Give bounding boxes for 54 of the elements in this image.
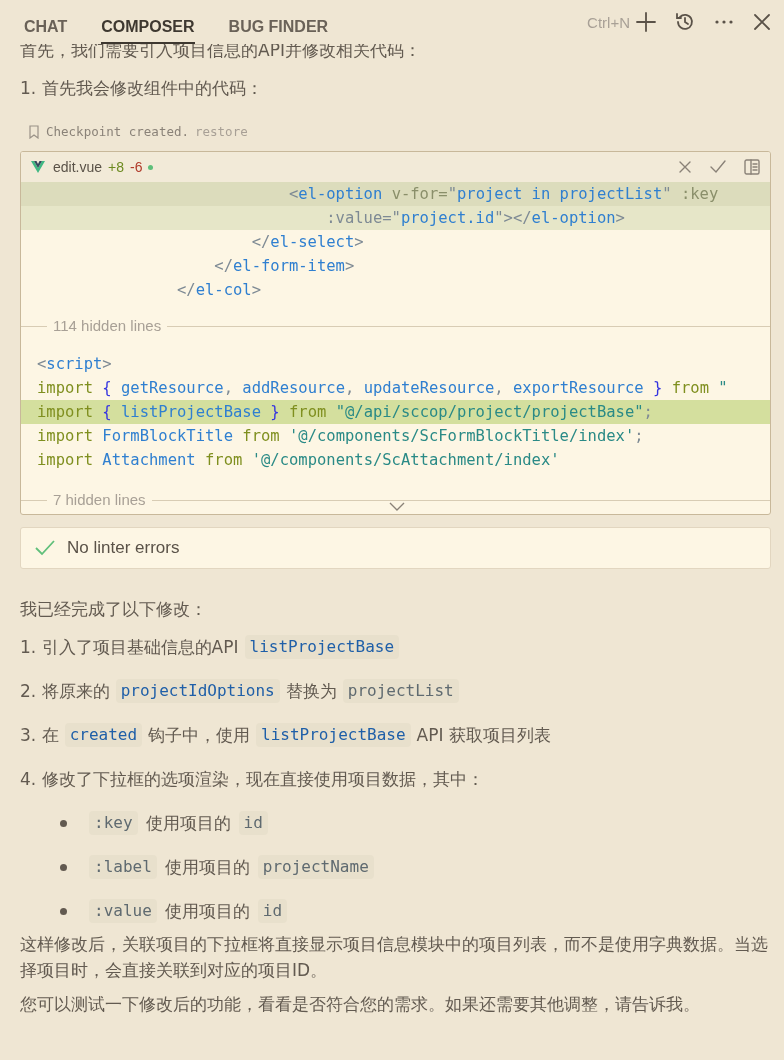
chevron-down-icon[interactable] xyxy=(389,502,405,512)
inline-code: listProjectBase xyxy=(256,723,411,747)
inline-code: id xyxy=(238,811,268,835)
file-name: edit.vue xyxy=(53,159,103,175)
message-text: API 获取项目列表 xyxy=(416,724,551,747)
inline-code: projectIdOptions xyxy=(115,679,280,703)
message-text: 我已经完成了以下修改： xyxy=(20,598,207,621)
message-text: 使用项目的 xyxy=(164,900,250,923)
inline-code: :value xyxy=(89,899,157,923)
inline-code: listProjectBase xyxy=(244,635,400,659)
code-line: import { getResource, addResource, updateResource, exportResource } from " xyxy=(36,378,729,399)
code-line: import FormBlockTitle from '@/components/ScFormBlockTitle/index'; xyxy=(36,426,645,447)
code-line: </el-col> xyxy=(175,280,262,301)
bullet-dot xyxy=(60,819,67,827)
inline-code: :label xyxy=(89,855,157,879)
accept-icon[interactable] xyxy=(710,160,726,174)
bullet-dot xyxy=(60,863,67,871)
code-line: </el-form-item> xyxy=(213,256,356,277)
shortcut-label: Ctrl+N xyxy=(587,13,630,31)
linter-status-text: No linter errors xyxy=(67,538,180,558)
tab[interactable]: COMPOSER xyxy=(101,0,195,44)
inline-code: id xyxy=(257,899,288,923)
bookmark-icon xyxy=(28,124,40,139)
inline-code: projectList xyxy=(342,679,459,703)
message-text: 您可以测试一下修改后的功能，看看是否符合您的需求。如果还需要其他调整，请告诉我。 xyxy=(20,994,700,1014)
history-icon[interactable] xyxy=(674,11,696,33)
code-line: <script> xyxy=(36,354,113,375)
message-text: 4. 修改了下拉框的选项渲染，现在直接使用项目数据，其中： xyxy=(20,768,484,791)
inline-code: :key xyxy=(89,811,138,835)
tab[interactable]: CHAT xyxy=(24,0,68,44)
panel-icon[interactable] xyxy=(744,159,760,175)
message-text: 1. 首先我会修改组件中的代码： xyxy=(20,77,264,100)
reject-icon[interactable] xyxy=(678,160,692,174)
removed-count: -6 xyxy=(130,159,143,175)
bullet-dot xyxy=(60,907,67,915)
message-text: 钩子中，使用 xyxy=(148,724,251,747)
tab[interactable]: BUG FINDER xyxy=(228,0,329,44)
message-text: 3. 在 xyxy=(20,724,59,747)
message-text: 这样修改后，关联项目的下拉框将直接显示项目信息模块中的项目列表，而不是使用字典数据。当选择项目时，会直接关联到对应的项目ID。 xyxy=(20,934,768,980)
close-icon[interactable] xyxy=(752,12,772,32)
message-text: 使用项目的 xyxy=(145,812,231,835)
plus-icon[interactable] xyxy=(635,11,657,33)
modified-dot xyxy=(148,164,154,170)
code-line: </el-select> xyxy=(250,232,365,253)
message-text: 1. 引入了项目基础信息的API xyxy=(20,636,239,659)
vue-logo-icon xyxy=(31,161,45,173)
checkpoint-text: Checkpoint created. xyxy=(46,124,189,139)
inline-code: projectName xyxy=(257,855,374,879)
message-text: 替换为 xyxy=(285,680,337,703)
message-text: 2. 将原来的 xyxy=(20,680,110,703)
message-text: 使用项目的 xyxy=(164,856,250,879)
added-count: +8 xyxy=(108,159,124,175)
inline-code: created xyxy=(64,723,143,747)
code-line: import Attachment from '@/components/ScAttachment/index' xyxy=(36,450,561,471)
